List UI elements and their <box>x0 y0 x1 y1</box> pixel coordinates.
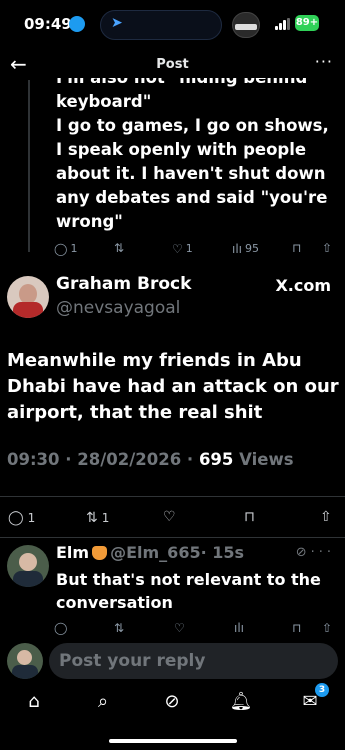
share-icon: ⇧ <box>322 621 333 635</box>
previous-reply-line-2: I go to games, I go on shows, I speak op… <box>56 116 329 231</box>
share-button[interactable]: ⇧ <box>322 242 332 254</box>
heart-icon: ♡ <box>163 509 176 525</box>
reply-icon: ◯ <box>54 241 68 256</box>
page-title: Post <box>156 57 189 72</box>
like-button[interactable]: ♡ <box>163 509 176 525</box>
like-button[interactable]: ♡ 1 <box>172 242 193 255</box>
composer-avatar <box>7 643 43 679</box>
reply-composer[interactable] <box>49 643 338 679</box>
share-icon: ⇧ <box>320 509 332 525</box>
live-activity-icon[interactable] <box>232 12 260 38</box>
notifications-icon[interactable]: 🔔︎ <box>229 690 253 714</box>
reply-author-handle[interactable]: @Elm_665 <box>110 543 200 562</box>
reply-avatar[interactable] <box>7 545 49 587</box>
messages-icon[interactable]: ✉ 3 <box>298 683 329 714</box>
bookmark-icon: ⊓ <box>292 241 302 255</box>
share-button[interactable]: ⇧ <box>322 622 332 634</box>
bookmark-icon: ⊓ <box>292 621 302 635</box>
signal-icon <box>275 18 291 30</box>
grok-icon[interactable]: ⊘ <box>296 545 311 560</box>
status-bar: 09:49 ➤ 89+ <box>0 0 345 50</box>
battery-indicator: 89+ <box>295 15 319 31</box>
repost-icon: ⇅ <box>114 241 125 255</box>
divider <box>0 496 345 497</box>
views-label: Views <box>233 450 294 469</box>
status-time: 09:49 <box>24 15 72 33</box>
share-button[interactable]: ⇧ <box>320 509 332 525</box>
reply-button[interactable]: ◯ 1 <box>8 511 35 525</box>
more-icon[interactable]: ··· <box>311 545 335 560</box>
previous-reply-actions: ◯ 1 ⇅ ♡ 1 ılı 95 ⊓ ⇧ <box>54 242 339 260</box>
bottom-nav: ⌂ ⌕ ⊘ 🔔︎ ✉ 3 <box>0 683 345 720</box>
views-count: 695 <box>198 450 234 469</box>
dynamic-island[interactable]: ➤ <box>100 10 222 40</box>
views-button[interactable]: ılı 95 <box>232 242 259 255</box>
previous-reply-line-1: keyboard" <box>56 92 152 111</box>
home-icon[interactable]: ⌂ <box>22 690 46 714</box>
fox-emoji-icon <box>92 546 108 560</box>
repost-icon: ⇅ <box>114 621 125 635</box>
repost-button[interactable]: ⇅ <box>114 622 124 634</box>
bookmark-button[interactable]: ⊓ <box>292 622 301 634</box>
heart-icon: ♡ <box>174 621 185 635</box>
source-label: X.com <box>275 276 331 295</box>
previous-reply-clipped-line: I'm also not "hiding behind my <box>56 78 336 90</box>
views-icon: ılı <box>234 621 245 635</box>
reply-options: ⊘··· <box>296 545 335 560</box>
search-icon[interactable]: ⌕ <box>91 690 115 714</box>
previous-reply-text[interactable]: I'm also not "hiding behind my keyboard"… <box>56 78 336 234</box>
reply-header: Elm @Elm_665· 15s <box>56 543 244 562</box>
tweet-text: Meanwhile my friends in Abu Dhabi have h… <box>7 350 339 423</box>
like-button[interactable]: ♡ <box>174 622 185 634</box>
tweet-meta: 09:30 · 28/02/2026 · 695 Views <box>7 450 294 469</box>
share-icon: ⇧ <box>322 241 333 255</box>
reply-button[interactable]: ◯ 1 <box>54 242 77 255</box>
reply-actions: ◯ ⇅ ♡ ılı ⊓ ⇧ <box>54 622 339 640</box>
grok-icon[interactable]: ⊘ <box>160 690 184 714</box>
repost-button[interactable]: ⇅ 1 <box>86 511 109 525</box>
bookmark-button[interactable]: ⊓ <box>244 509 255 525</box>
reply-text: But that's not relevant to the conversat… <box>56 570 321 612</box>
bookmark-icon: ⊓ <box>244 509 255 525</box>
views-button[interactable]: ılı <box>234 622 244 634</box>
divider <box>0 537 345 538</box>
thread-line <box>28 80 30 252</box>
author-name[interactable]: Graham Brock <box>56 274 191 294</box>
navigation-arrow-icon: ➤ <box>111 15 123 31</box>
repost-icon: ⇅ <box>86 510 98 526</box>
reply-input[interactable] <box>49 643 338 679</box>
bookmark-button[interactable]: ⊓ <box>292 242 301 254</box>
reply-time: · 15s <box>200 543 245 562</box>
location-icon <box>69 16 85 32</box>
home-indicator <box>109 739 237 743</box>
views-icon: ılı <box>232 241 243 256</box>
more-icon[interactable]: ··· <box>315 52 333 71</box>
tweet-timestamp: 09:30 · 28/02/2026 · <box>7 450 199 469</box>
heart-icon: ♡ <box>172 241 183 256</box>
reply-author-name[interactable]: Elm <box>56 543 89 562</box>
tweet-actions: ◯ 1 ⇅ 1 ♡ ⊓ ⇧ <box>0 509 345 529</box>
messages-badge: 3 <box>315 683 329 697</box>
reply-icon: ◯ <box>8 510 24 526</box>
reply-icon: ◯ <box>54 621 68 635</box>
reply-button[interactable]: ◯ <box>54 622 67 634</box>
avatar[interactable] <box>7 276 49 318</box>
repost-button[interactable]: ⇅ <box>114 242 124 254</box>
author-handle[interactable]: @nevsayagoal <box>56 298 180 318</box>
